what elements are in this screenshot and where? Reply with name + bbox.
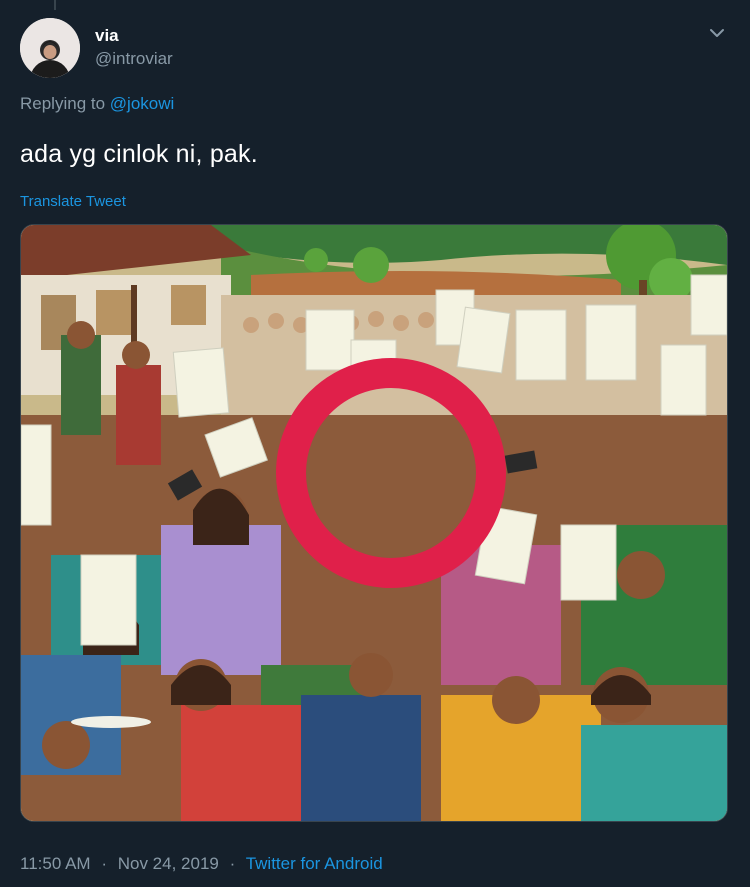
tweet-card: via @introviar Replying to @jokowi ada y… xyxy=(0,0,750,887)
tweet-text: ada yg cinlok ni, pak. xyxy=(20,140,258,168)
avatar[interactable] xyxy=(20,18,80,78)
tweet-date[interactable]: Nov 24, 2019 xyxy=(118,854,219,873)
chevron-down-icon[interactable] xyxy=(708,24,726,42)
reply-mention-link[interactable]: @jokowi xyxy=(110,94,175,113)
user-names: via @introviar xyxy=(95,26,173,70)
tweet-source-link[interactable]: Twitter for Android xyxy=(246,854,383,873)
translate-tweet-link[interactable]: Translate Tweet xyxy=(20,193,126,210)
thread-line xyxy=(54,0,56,10)
tweet-time[interactable]: 11:50 AM xyxy=(20,854,91,873)
replying-to: Replying to @jokowi xyxy=(20,94,174,114)
meta-separator: · xyxy=(101,854,107,873)
tweet-meta: 11:50 AM · Nov 24, 2019 · Twitter for An… xyxy=(20,854,383,874)
replying-prefix: Replying to xyxy=(20,94,106,113)
meta-separator: · xyxy=(229,854,236,873)
display-name[interactable]: via xyxy=(95,26,173,46)
user-handle[interactable]: @introviar xyxy=(95,48,173,70)
tweet-image[interactable] xyxy=(20,224,728,822)
